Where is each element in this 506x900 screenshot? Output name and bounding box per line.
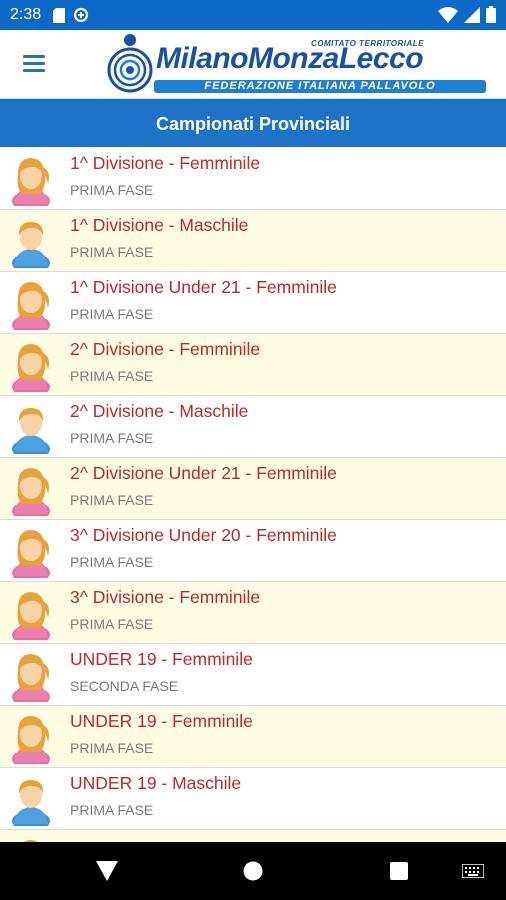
championship-phase: PRIMA FASE bbox=[70, 368, 154, 384]
championship-title: UNDER 19 - Femminile bbox=[70, 711, 253, 731]
female-avatar-icon bbox=[12, 468, 50, 516]
championship-list: 1^ Divisione - Femminile PRIMA FASE 1^ Di… bbox=[0, 148, 506, 842]
championship-title: 3^ Divisione Under 20 - Femminile bbox=[70, 525, 337, 545]
male-avatar-icon bbox=[12, 408, 50, 454]
battery-icon bbox=[486, 6, 496, 23]
status-bar: 2:38 bbox=[0, 0, 506, 30]
championship-phase: PRIMA FASE bbox=[70, 492, 154, 508]
female-avatar-icon bbox=[12, 530, 50, 578]
championship-phase: PRIMA FASE bbox=[70, 306, 154, 322]
list-item[interactable]: 1^ Divisione - Maschile PRIMA FASE bbox=[0, 210, 506, 272]
championship-title: UNDER 19 - Femminile bbox=[70, 649, 253, 669]
championship-title: 1^ Divisione Under 21 - Femminile bbox=[70, 277, 337, 297]
male-avatar-icon bbox=[12, 780, 50, 826]
championship-title: 3^ Divisione - Femminile bbox=[70, 587, 261, 607]
list-item[interactable]: UNDER 19 - Maschile PRIMA FASE bbox=[0, 768, 506, 830]
sd-card-icon bbox=[53, 7, 66, 23]
championship-phase: PRIMA FASE bbox=[70, 182, 154, 198]
championship-phase: PRIMA FASE bbox=[70, 616, 154, 632]
logo-main-text: MilanoMonzaLecco bbox=[156, 42, 424, 75]
list-item[interactable]: 3^ Divisione - Femminile PRIMA FASE bbox=[0, 582, 506, 644]
championship-phase: PRIMA FASE bbox=[70, 244, 154, 260]
male-avatar-icon bbox=[12, 222, 50, 268]
list-item[interactable]: UNDER 19 - Femminile SECONDA FASE bbox=[0, 644, 506, 706]
list-item[interactable]: 1^ Divisione Under 21 - Femminile PRIMA F… bbox=[0, 272, 506, 334]
list-item[interactable]: 1^ Divisione - Femminile PRIMA FASE bbox=[0, 148, 506, 210]
list-item[interactable]: 3^ Divisione Under 20 - Femminile PRIMA F… bbox=[0, 520, 506, 582]
championship-title: 1^ Divisione - Maschile bbox=[70, 215, 249, 235]
female-avatar-icon bbox=[12, 344, 50, 392]
list-item[interactable]: UNDER 19 - Femminile PRIMA FASE bbox=[0, 706, 506, 768]
female-avatar-icon bbox=[12, 158, 50, 206]
keyboard-icon[interactable] bbox=[462, 864, 484, 878]
female-avatar-icon bbox=[12, 592, 50, 640]
championship-title: 2^ Divisione - Maschile bbox=[70, 401, 249, 421]
female-avatar-icon bbox=[12, 282, 50, 330]
navigation-bar bbox=[0, 842, 506, 900]
list-item[interactable] bbox=[0, 830, 506, 842]
championship-phase: PRIMA FASE bbox=[70, 802, 154, 818]
volleyball-logo-icon bbox=[107, 34, 153, 93]
list-item[interactable]: 2^ Divisione - Femminile PRIMA FASE bbox=[0, 334, 506, 396]
championship-title: 2^ Divisione Under 21 - Femminile bbox=[70, 463, 337, 483]
page-title: Campionati Provinciali bbox=[0, 99, 506, 147]
championship-title: 2^ Divisione - Femminile bbox=[70, 339, 261, 359]
home-icon[interactable] bbox=[243, 861, 263, 881]
data-saver-icon bbox=[74, 7, 89, 23]
list-item[interactable]: 2^ Divisione Under 21 - Femminile PRIMA F… bbox=[0, 458, 506, 520]
recents-icon[interactable] bbox=[390, 862, 408, 880]
female-avatar-icon bbox=[12, 716, 50, 764]
championship-title: 1^ Divisione - Femminile bbox=[70, 153, 261, 173]
status-time: 2:38 bbox=[10, 6, 42, 23]
championship-phase: SECONDA FASE bbox=[70, 678, 179, 694]
signal-icon bbox=[464, 6, 480, 23]
championship-phase: PRIMA FASE bbox=[70, 430, 154, 446]
list-item[interactable]: 2^ Divisione - Maschile PRIMA FASE bbox=[0, 396, 506, 458]
female-avatar-icon bbox=[12, 654, 50, 702]
championship-title: UNDER 19 - Maschile bbox=[70, 773, 242, 793]
back-icon[interactable] bbox=[96, 861, 118, 881]
championship-phase: PRIMA FASE bbox=[70, 740, 154, 756]
app-bar: COMITATO TERRITORIALE MilanoMonzaLecco F… bbox=[0, 30, 506, 99]
championship-phase: PRIMA FASE bbox=[70, 554, 154, 570]
menu-button[interactable] bbox=[14, 49, 54, 79]
federation-logo: COMITATO TERRITORIALE MilanoMonzaLecco F… bbox=[106, 32, 490, 96]
logo-band-text: FEDERAZIONE ITALIANA PALLAVOLO bbox=[154, 80, 486, 93]
wifi-icon bbox=[438, 6, 458, 23]
